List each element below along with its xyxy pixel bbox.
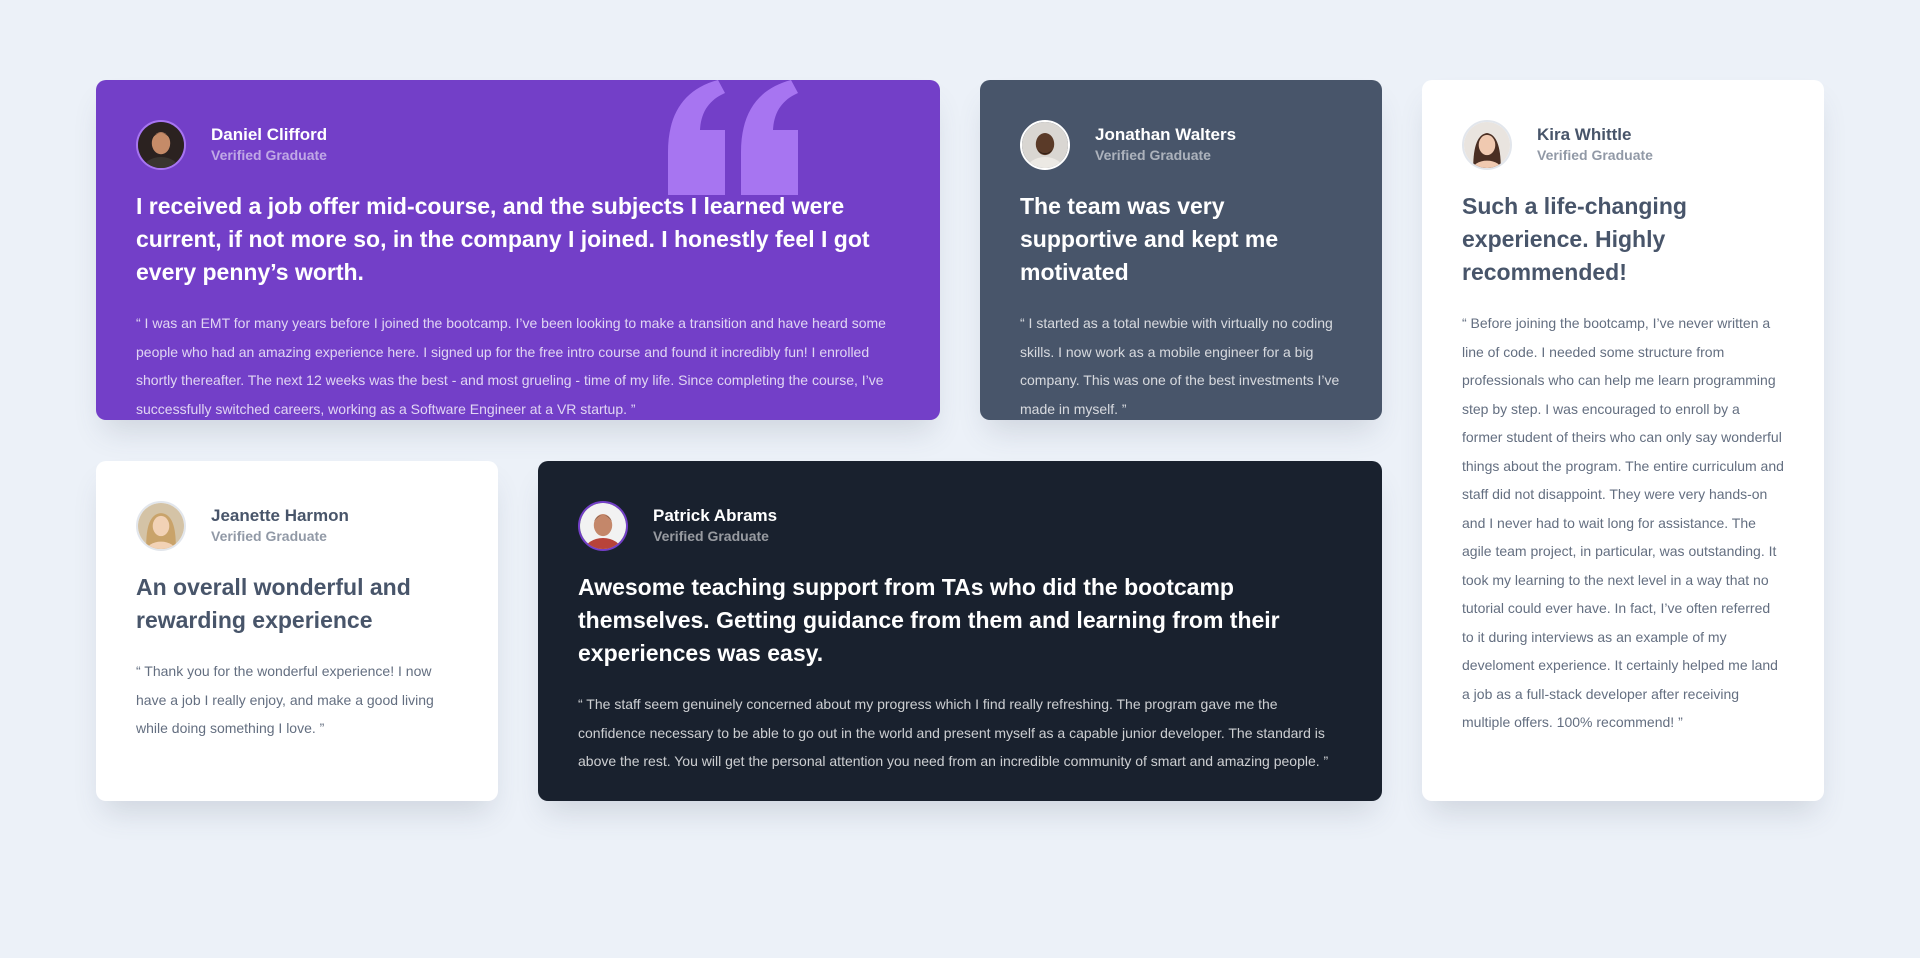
author-info: Jeanette Harmon Verified Graduate [211,506,349,546]
avatar-kira-image [1464,122,1510,168]
author-role: Verified Graduate [211,528,327,544]
avatar [136,501,186,551]
testimonial-quote: “ The staff seem genuinely concerned abo… [578,696,1329,769]
testimonial-headline: I received a job offer mid-course, and t… [136,193,870,285]
testimonial-header: Daniel Clifford Verified Graduate [136,120,900,170]
author-info: Daniel Clifford Verified Graduate [211,125,327,165]
author-info: Patrick Abrams Verified Graduate [653,506,777,546]
author-role: Verified Graduate [1095,147,1211,163]
author-info: Kira Whittle Verified Graduate [1537,125,1653,165]
testimonial-card-jeanette: Jeanette Harmon Verified Graduate An ove… [96,461,498,801]
avatar [1020,120,1070,170]
avatar [578,501,628,551]
avatar [1462,120,1512,170]
author-role: Verified Graduate [211,147,327,163]
author-name: Jonathan Walters [1095,125,1237,144]
testimonial-headline: An overall wonderful and rewarding exper… [136,574,411,633]
testimonial-header: Patrick Abrams Verified Graduate [578,501,1342,551]
author-name: Jeanette Harmon [211,506,349,525]
author-role: Verified Graduate [653,528,769,544]
testimonial-header: Jeanette Harmon Verified Graduate [136,501,458,551]
testimonial-headline: Awesome teaching support from TAs who di… [578,574,1280,666]
testimonial-header: Jonathan Walters Verified Graduate [1020,120,1342,170]
author-name: Patrick Abrams [653,506,778,525]
author-role: Verified Graduate [1537,147,1653,163]
author-name: Kira Whittle [1537,125,1632,144]
testimonial-card-patrick: Patrick Abrams Verified Graduate Awesome… [538,461,1382,801]
avatar-jonathan-image [1022,122,1068,168]
testimonial-headline: The team was very supportive and kept me… [1020,193,1279,285]
testimonial-header: Kira Whittle Verified Graduate [1462,120,1784,170]
testimonial-quote: “ I started as a total newbie with virtu… [1020,315,1340,417]
avatar-patrick-image [580,503,626,549]
testimonials-grid: Daniel Clifford Verified Graduate I rece… [96,80,1824,801]
testimonial-quote: “ I was an EMT for many years before I j… [136,315,886,417]
testimonial-quote: “ Before joining the bootcamp, I’ve neve… [1462,315,1784,730]
author-info: Jonathan Walters Verified Graduate [1095,125,1236,165]
avatar [136,120,186,170]
author-name: Daniel Clifford [211,125,328,144]
testimonial-card-daniel: Daniel Clifford Verified Graduate I rece… [96,80,940,420]
testimonial-card-jonathan: Jonathan Walters Verified Graduate The t… [980,80,1382,420]
testimonial-headline: Such a life-changing experience. Highly … [1462,193,1687,285]
testimonial-quote: “ Thank you for the wonderful experience… [136,663,434,736]
avatar-daniel-image [138,122,184,168]
testimonial-card-kira: Kira Whittle Verified Graduate Such a li… [1422,80,1824,801]
avatar-jeanette-image [138,503,184,549]
